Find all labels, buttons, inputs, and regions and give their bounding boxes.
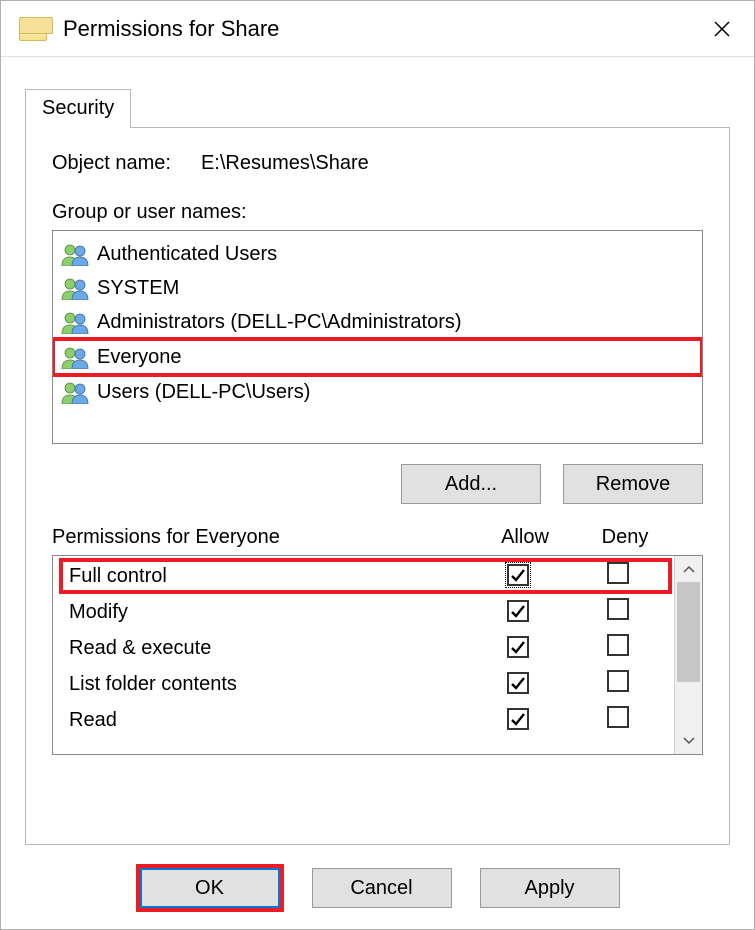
- group-label: SYSTEM: [97, 277, 179, 300]
- scroll-track[interactable]: [675, 582, 702, 728]
- group-row[interactable]: Users (DELL-PC\Users): [53, 375, 702, 409]
- object-name-label: Object name:: [52, 152, 171, 175]
- group-row[interactable]: Administrators (DELL-PC\Administrators): [53, 305, 702, 339]
- ok-highlight: OK: [136, 864, 284, 912]
- groups-listbox[interactable]: Authenticated Users SYSTEM Administrators …: [52, 230, 703, 444]
- add-remove-row: Add... Remove: [52, 464, 703, 504]
- deny-checkbox[interactable]: [607, 706, 629, 728]
- deny-checkbox[interactable]: [607, 634, 629, 656]
- group-icon: [61, 345, 89, 369]
- permission-row: Full control: [59, 558, 672, 594]
- dialog-footer: OK Cancel Apply: [1, 855, 754, 929]
- permissions-dialog: Permissions for Share Security Object na…: [0, 0, 755, 930]
- group-icon: [61, 242, 89, 266]
- permission-label: Full control: [63, 565, 468, 588]
- permission-row: Modify: [63, 594, 668, 630]
- tab-strip: Security: [25, 85, 730, 127]
- permissions-scrollbar[interactable]: [674, 556, 702, 754]
- permission-label: Modify: [63, 601, 468, 624]
- group-icon: [61, 276, 89, 300]
- cancel-button[interactable]: Cancel: [312, 868, 452, 908]
- permission-label: Read: [63, 709, 468, 732]
- allow-checkbox[interactable]: [507, 600, 529, 622]
- folder-icon: [19, 17, 47, 41]
- group-label: Everyone: [97, 346, 182, 369]
- apply-button[interactable]: Apply: [480, 868, 620, 908]
- tab-security[interactable]: Security: [25, 89, 131, 128]
- group-icon: [61, 380, 89, 404]
- chevron-up-icon: [683, 565, 695, 573]
- permission-label: Read & execute: [63, 637, 468, 660]
- chevron-down-icon: [683, 737, 695, 745]
- permission-row: Read: [63, 702, 668, 738]
- object-name-row: Object name: E:\Resumes\Share: [52, 152, 703, 175]
- allow-checkbox[interactable]: [507, 564, 529, 586]
- groups-label: Group or user names:: [52, 201, 703, 224]
- allow-checkbox[interactable]: [507, 708, 529, 730]
- group-row[interactable]: Everyone: [52, 337, 703, 377]
- window-title: Permissions for Share: [63, 16, 279, 42]
- remove-button[interactable]: Remove: [563, 464, 703, 504]
- ok-button[interactable]: OK: [140, 868, 280, 908]
- allow-checkbox[interactable]: [507, 672, 529, 694]
- permission-row: List folder contents: [63, 666, 668, 702]
- close-button[interactable]: [700, 7, 744, 51]
- tab-content: Object name: E:\Resumes\Share Group or u…: [25, 127, 730, 845]
- deny-checkbox[interactable]: [607, 598, 629, 620]
- scroll-thumb[interactable]: [677, 582, 700, 682]
- scroll-up-button[interactable]: [675, 556, 702, 582]
- dialog-body: Security Object name: E:\Resumes\Share G…: [1, 57, 754, 855]
- group-row[interactable]: Authenticated Users: [53, 237, 702, 271]
- group-row[interactable]: SYSTEM: [53, 271, 702, 305]
- permission-label: List folder contents: [63, 673, 468, 696]
- group-label: Authenticated Users: [97, 243, 277, 266]
- group-label: Administrators (DELL-PC\Administrators): [97, 311, 462, 334]
- group-label: Users (DELL-PC\Users): [97, 381, 310, 404]
- allow-column-header: Allow: [475, 526, 575, 549]
- permissions-for-label: Permissions for Everyone: [52, 526, 475, 549]
- scroll-down-button[interactable]: [675, 728, 702, 754]
- close-icon: [713, 20, 731, 38]
- deny-column-header: Deny: [575, 526, 675, 549]
- add-button[interactable]: Add...: [401, 464, 541, 504]
- permissions-header: Permissions for Everyone Allow Deny: [52, 526, 703, 549]
- permission-row: Read & execute: [63, 630, 668, 666]
- group-icon: [61, 310, 89, 334]
- deny-checkbox[interactable]: [607, 670, 629, 692]
- titlebar: Permissions for Share: [1, 1, 754, 57]
- allow-checkbox[interactable]: [507, 636, 529, 658]
- permissions-listbox: Full control Modify Read & execute List fol…: [52, 555, 703, 755]
- object-name-value: E:\Resumes\Share: [201, 152, 369, 175]
- deny-checkbox[interactable]: [607, 562, 629, 584]
